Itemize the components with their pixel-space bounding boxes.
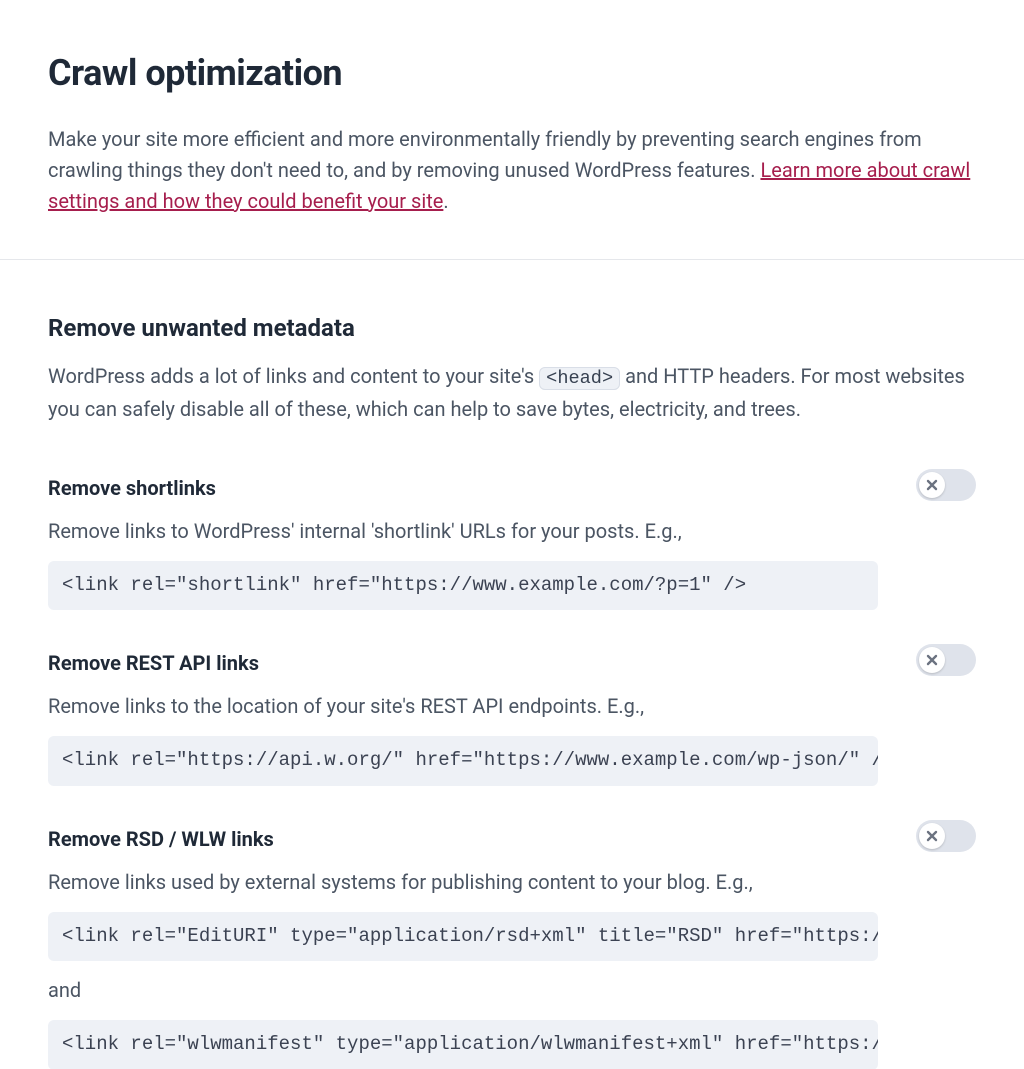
panel-intro: Make your site more efficient and more e… [48, 124, 976, 217]
setting-desc: Remove links to WordPress' internal 'sho… [48, 516, 976, 547]
code-example: <link rel="shortlink" href="https://www.… [48, 561, 878, 610]
toggle-remove-shortlinks[interactable] [916, 469, 976, 501]
setting-title: Remove RSD / WLW links [48, 824, 976, 855]
toggle-remove-rsd-wlw-links[interactable] [916, 820, 976, 852]
setting-title: Remove REST API links [48, 648, 976, 679]
close-icon [926, 654, 938, 666]
setting-desc: Remove links used by external systems fo… [48, 867, 976, 898]
toggle-knob [919, 823, 945, 849]
setting-remove-rest-api-links: Remove REST API links Remove links to th… [0, 610, 1024, 785]
panel-title: Crawl optimization [48, 46, 976, 102]
section-title: Remove unwanted metadata [48, 310, 976, 347]
setting-remove-rsd-wlw-links: Remove RSD / WLW links Remove links used… [0, 786, 1024, 1069]
panel-intro-period: . [443, 189, 448, 213]
setting-title: Remove shortlinks [48, 473, 976, 504]
toggle-knob [919, 647, 945, 673]
head-tag-code: <head> [539, 367, 620, 390]
panel-header: Crawl optimization Make your site more e… [0, 0, 1024, 259]
setting-desc: Remove links to the location of your sit… [48, 691, 976, 722]
code-separator-and: and [48, 975, 976, 1006]
setting-remove-shortlinks: Remove shortlinks Remove links to WordPr… [0, 435, 1024, 610]
section-description: WordPress adds a lot of links and conten… [48, 361, 976, 425]
code-example-2: <link rel="wlwmanifest" type="applicatio… [48, 1020, 878, 1069]
toggle-knob [919, 472, 945, 498]
settings-panel: Crawl optimization Make your site more e… [0, 0, 1024, 1018]
toggle-remove-rest-api-links[interactable] [916, 644, 976, 676]
close-icon [926, 479, 938, 491]
section-intro: Remove unwanted metadata WordPress adds … [0, 260, 1024, 435]
section-desc-pre: WordPress adds a lot of links and conten… [48, 364, 539, 388]
code-example-1: <link rel="EditURI" type="application/rs… [48, 912, 878, 961]
code-example: <link rel="https://api.w.org/" href="htt… [48, 736, 878, 785]
close-icon [926, 830, 938, 842]
